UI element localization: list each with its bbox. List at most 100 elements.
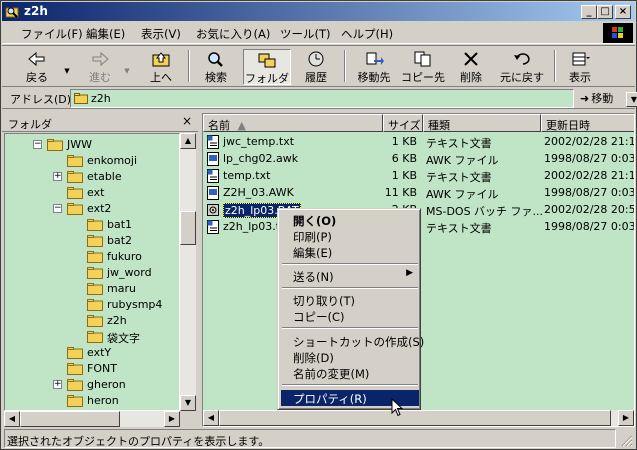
- scroll-left-button[interactable]: ◀: [203, 410, 219, 426]
- tree-node[interactable]: bat2: [5, 233, 179, 249]
- folder-icon: [67, 347, 83, 359]
- toolbar-separator: [188, 50, 190, 82]
- column-header-modified[interactable]: 更新日時: [541, 114, 634, 132]
- tree-node-label: extY: [87, 346, 112, 359]
- menu-item-cut[interactable]: 切り取り(T): [281, 292, 419, 308]
- menu-item-send-to[interactable]: 送る(N) ▶: [281, 268, 419, 284]
- address-input[interactable]: z2h ▼: [70, 89, 637, 108]
- file-name: temp.txt: [223, 169, 271, 182]
- tree-node[interactable]: 袋文字: [5, 329, 179, 345]
- menu-item-create-shortcut[interactable]: ショートカットの作成(S): [281, 333, 424, 349]
- scroll-up-button[interactable]: ▲: [180, 133, 196, 149]
- tree-node[interactable]: FONT: [5, 361, 179, 377]
- tree-node[interactable]: − JWW: [5, 137, 179, 153]
- undo-button[interactable]: 元に戻す: [496, 49, 548, 85]
- tree-node[interactable]: − ext2: [5, 201, 179, 217]
- scroll-left-button[interactable]: ◀: [4, 411, 20, 427]
- tree-node-label: JWW: [67, 138, 92, 151]
- close-button[interactable]: ×: [615, 5, 631, 19]
- tree-node[interactable]: jw_word: [5, 265, 179, 281]
- tree-node[interactable]: heron: [5, 393, 179, 409]
- maximize-button[interactable]: □: [597, 5, 613, 19]
- file-list-hscrollbar[interactable]: ◀ ▶: [203, 410, 634, 426]
- folder-tree-hscrollbar[interactable]: ◀ ▶: [4, 411, 180, 427]
- back-dropdown[interactable]: ▼: [62, 49, 72, 85]
- column-header-size[interactable]: サイズ: [383, 114, 423, 132]
- folders-button[interactable]: フォルダ: [243, 49, 291, 85]
- scroll-down-button[interactable]: ▼: [180, 395, 196, 411]
- resize-grip-icon[interactable]: [621, 435, 633, 447]
- folder-icon: [87, 299, 103, 311]
- folder-pane-close-button[interactable]: ×: [182, 114, 192, 128]
- column-header-type[interactable]: 種類: [423, 114, 541, 132]
- file-size: 6 KB: [391, 152, 417, 165]
- explorer-window: z2h _ □ × ファイル(F) 編集(E) 表示(V) お気に入り(A) ツ…: [0, 0, 637, 450]
- tree-node[interactable]: ext: [5, 185, 179, 201]
- go-button[interactable]: ➜ 移動: [580, 90, 634, 107]
- up-button[interactable]: 上へ: [142, 49, 180, 85]
- folder-icon: [87, 251, 103, 263]
- scroll-thumb[interactable]: [219, 410, 611, 426]
- minimize-button[interactable]: _: [581, 5, 597, 19]
- scroll-right-button[interactable]: ▶: [618, 410, 634, 426]
- tree-node[interactable]: enkomoji: [5, 153, 179, 169]
- copy-to-button[interactable]: コピー先: [400, 49, 446, 85]
- menu-view[interactable]: 表示(V): [141, 26, 181, 42]
- scroll-thumb[interactable]: [20, 411, 120, 427]
- menu-separator: [282, 287, 418, 289]
- status-bar: 選択されたオブジェクトのプロパティを表示します。: [2, 429, 635, 449]
- forward-button[interactable]: 進む: [80, 49, 120, 85]
- scroll-thumb[interactable]: [180, 211, 196, 245]
- column-header-name[interactable]: 名前 ▲: [203, 114, 383, 132]
- toolbar-separator: [554, 50, 556, 82]
- menu-tools[interactable]: ツール(T): [280, 26, 331, 42]
- file-modified: 2002/02/28 21:15: [544, 135, 635, 148]
- title-bar[interactable]: z2h _ □ ×: [2, 2, 635, 21]
- tree-node[interactable]: bat1: [5, 217, 179, 233]
- menu-item-rename[interactable]: 名前の変更(M): [281, 365, 419, 381]
- collapse-icon[interactable]: −: [53, 204, 62, 213]
- mouse-cursor-icon: [391, 398, 404, 417]
- delete-button[interactable]: 削除: [453, 49, 489, 85]
- windows-logo-icon: [603, 23, 633, 43]
- tree-node[interactable]: maru: [5, 281, 179, 297]
- tree-node[interactable]: + etable: [5, 169, 179, 185]
- expand-icon[interactable]: +: [53, 380, 62, 389]
- folder-icon: [67, 187, 83, 199]
- menu-file[interactable]: ファイル(F): [21, 26, 83, 42]
- collapse-icon[interactable]: −: [33, 140, 42, 149]
- copy-to-icon: [414, 51, 431, 67]
- tree-node-label: etable: [87, 170, 122, 183]
- views-button[interactable]: 表示: [560, 49, 600, 85]
- menu-favorites[interactable]: お気に入り(A): [196, 26, 270, 42]
- tree-node-label: maru: [107, 282, 136, 295]
- search-button[interactable]: 検索: [196, 49, 236, 85]
- forward-dropdown[interactable]: ▼: [122, 49, 132, 85]
- menu-item-copy[interactable]: コピー(C): [281, 308, 419, 324]
- folder-icon: [67, 155, 83, 167]
- tree-node[interactable]: rubysmp4: [5, 297, 179, 313]
- folder-tree-vscrollbar[interactable]: ▲ ▼: [180, 133, 196, 411]
- history-button[interactable]: 履歴: [294, 49, 338, 85]
- menu-item-edit[interactable]: 編集(E): [281, 244, 419, 260]
- expand-icon[interactable]: +: [53, 172, 62, 181]
- folder-icon: [87, 331, 103, 343]
- scroll-right-button[interactable]: ▶: [164, 411, 180, 427]
- address-bar: アドレス(D) z2h ▼ ➜ 移動: [2, 88, 637, 109]
- tree-node[interactable]: + gheron: [5, 377, 179, 393]
- batch-file-icon: [207, 204, 219, 216]
- file-row[interactable]: jwc_temp.txt 1 KB テキスト文書 2002/02/28 21:15: [203, 133, 635, 150]
- menu-edit[interactable]: 編集(E): [86, 26, 125, 42]
- file-row[interactable]: temp.txt 1 KB テキスト文書 2002/02/28 21:15: [203, 167, 634, 184]
- menu-item-delete[interactable]: 削除(D): [281, 349, 419, 365]
- file-row[interactable]: Z2H_03.AWK 11 KB AWK ファイル 1998/08/27 0:03: [203, 184, 634, 201]
- menu-item-print[interactable]: 印刷(P): [281, 228, 419, 244]
- menu-item-open[interactable]: 開く(O): [281, 212, 419, 228]
- tree-node[interactable]: fukuro: [5, 249, 179, 265]
- back-button[interactable]: 戻る: [14, 49, 60, 85]
- menu-help[interactable]: ヘルプ(H): [341, 26, 393, 42]
- tree-node[interactable]: z2h: [5, 313, 179, 329]
- tree-node[interactable]: extY: [5, 345, 179, 361]
- move-to-button[interactable]: 移動先: [351, 49, 397, 85]
- file-row[interactable]: lp_chg02.awk 6 KB AWK ファイル 1998/08/27 0:03: [203, 150, 634, 167]
